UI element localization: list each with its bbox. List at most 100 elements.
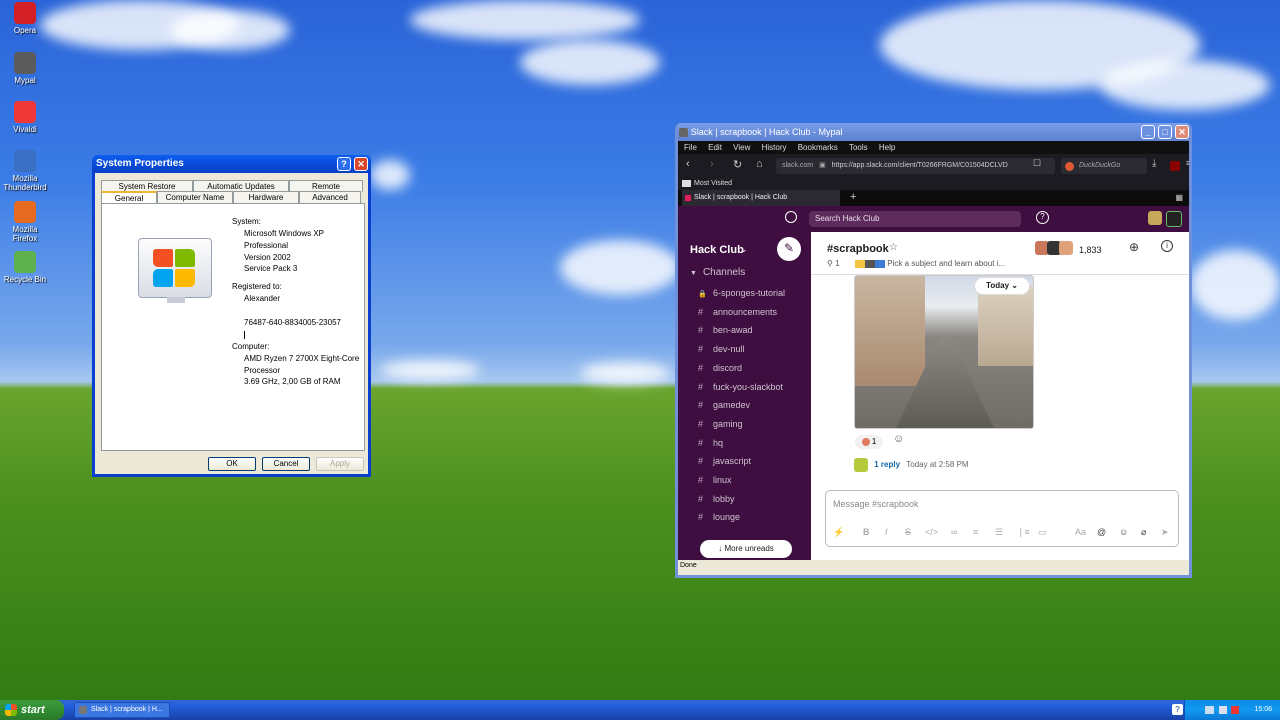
new-tab-button[interactable]: + [850, 191, 856, 203]
language-icon[interactable] [1231, 706, 1239, 714]
workspace-avatar[interactable] [1148, 211, 1162, 225]
menu-view[interactable]: View [733, 143, 750, 152]
add-member-icon[interactable]: ⊕ [1129, 240, 1139, 254]
channels-header[interactable]: ▼ Channels [690, 267, 745, 278]
start-button[interactable]: start [0, 700, 64, 720]
channel-name[interactable]: #scrapbook [827, 243, 889, 255]
blockquote-icon[interactable]: ❘≡ [1017, 527, 1030, 538]
menu-help[interactable]: Help [879, 143, 895, 152]
channel-item[interactable]: # hq [698, 438, 723, 448]
history-icon[interactable] [785, 211, 797, 223]
ok-button[interactable]: OK [208, 457, 256, 471]
menu-icon[interactable]: ≡ [1186, 158, 1189, 168]
send-icon[interactable]: ➤ [1161, 527, 1169, 538]
forward-icon[interactable]: › [710, 158, 714, 170]
tab-list-icon[interactable]: ▦ [1175, 193, 1183, 202]
most-visited-bookmark[interactable]: Most Visited [694, 180, 732, 187]
tab-advanced[interactable]: Advanced [299, 191, 361, 203]
reaction-pill[interactable]: 1 [855, 435, 883, 449]
desktop-icon[interactable]: Mozilla Firefox [2, 201, 48, 243]
channel-item[interactable]: # discord [698, 363, 742, 373]
code-block-icon[interactable]: ▭ [1038, 527, 1047, 538]
menu-edit[interactable]: Edit [708, 143, 722, 152]
browser-tab-slack[interactable]: Slack | scrapbook | Hack Club [682, 190, 840, 206]
menu-file[interactable]: File [684, 143, 697, 152]
site-identity[interactable]: slack.com [782, 162, 813, 169]
channel-item[interactable]: # gaming [698, 419, 743, 429]
text-format-icon[interactable]: Aa [1075, 527, 1086, 537]
volume-icon[interactable] [1219, 706, 1227, 714]
channel-item[interactable]: # lounge [698, 512, 740, 522]
channel-item[interactable]: # linux [698, 475, 732, 485]
desktop-icon[interactable]: Recycle Bin [2, 251, 48, 284]
channel-item[interactable]: 🔒 6-sponges-tutorial [698, 288, 785, 298]
menu-tools[interactable]: Tools [849, 143, 868, 152]
more-unreads-pill[interactable]: ↓ More unreads [700, 540, 792, 558]
attach-icon[interactable]: ⌀ [1141, 527, 1146, 538]
browser-titlebar[interactable]: Slack | scrapbook | Hack Club - Mypal _ … [678, 123, 1189, 141]
pins[interactable]: ⚲ 1 [827, 259, 840, 268]
emoji-icon[interactable]: ☺ [1119, 527, 1128, 537]
maximize-button[interactable]: □ [1158, 125, 1172, 139]
close-button[interactable]: ✕ [1175, 125, 1189, 139]
bookmark-star-icon[interactable]: ☐ [1033, 158, 1041, 169]
channel-topic[interactable]: Pick a subject and learn about i... [855, 259, 1005, 268]
search-bar[interactable]: DuckDuckGo [1061, 158, 1147, 174]
tab-hardware[interactable]: Hardware [233, 191, 299, 203]
cancel-button[interactable]: Cancel [262, 457, 310, 471]
minimize-button[interactable]: _ [1141, 125, 1155, 139]
link-icon[interactable]: ∞ [951, 527, 957, 537]
home-icon[interactable]: ⌂ [756, 158, 763, 170]
desktop-icon[interactable]: Vivaldi [2, 101, 48, 134]
channel-item[interactable]: # announcements [698, 307, 777, 317]
help-button[interactable]: ? [337, 157, 351, 171]
channel-item[interactable]: # fuck-you-slackbot [698, 382, 783, 392]
close-button[interactable]: ✕ [354, 157, 368, 171]
thread-replies[interactable]: 1 reply Today at 2:58 PM [854, 458, 969, 472]
desktop-icon[interactable]: Opera [2, 2, 48, 35]
clock[interactable]: 15:06 [1254, 700, 1272, 720]
desktop-icon[interactable]: Mozilla Thunderbird [2, 150, 48, 192]
strikethrough-icon[interactable]: S [905, 527, 911, 537]
ublock-icon[interactable] [1170, 161, 1180, 171]
channel-item[interactable]: # javascript [698, 456, 751, 466]
today-divider-pill[interactable]: Today ⌄ [974, 277, 1030, 295]
reply-link[interactable]: 1 reply [874, 460, 900, 469]
network-icon[interactable] [1205, 706, 1214, 714]
channel-item[interactable]: # lobby [698, 494, 735, 504]
member-count[interactable]: 1,833 [1079, 245, 1102, 255]
user-avatar[interactable] [1166, 211, 1182, 227]
bulleted-list-icon[interactable]: ☰ [995, 527, 1003, 538]
channel-item[interactable]: # ben-awad [698, 325, 753, 335]
shortcuts-icon[interactable]: ⚡ [833, 527, 844, 538]
bold-icon[interactable]: B [863, 527, 870, 537]
back-icon[interactable]: ‹ [686, 158, 690, 170]
ordered-list-icon[interactable]: ≡ [973, 527, 978, 537]
slack-search-input[interactable]: Search Hack Club [809, 211, 1021, 227]
details-icon[interactable]: i [1161, 240, 1173, 252]
message-image[interactable] [854, 275, 1034, 429]
channel-item[interactable]: # gamedev [698, 400, 750, 410]
compose-button[interactable]: ✎ [777, 237, 801, 261]
composer-placeholder[interactable]: Message #scrapbook [833, 499, 919, 509]
system-properties-titlebar[interactable]: System Properties ? ✕ [92, 155, 371, 173]
reload-icon[interactable]: ↻ [733, 158, 742, 171]
workspace-name[interactable]: Hack Club [690, 244, 744, 256]
help-icon[interactable]: ? [1036, 211, 1049, 224]
url-bar[interactable]: slack.com ▣ https://app.slack.com/client… [776, 158, 1055, 174]
message-composer[interactable]: Message #scrapbook ⚡ B I S </> ∞ ≡ ☰ ❘≡ … [825, 490, 1179, 547]
menu-history[interactable]: History [762, 143, 787, 152]
taskbar-task-slack[interactable]: Slack | scrapbook | H... [74, 702, 170, 718]
member-avatars[interactable] [1035, 241, 1075, 257]
italic-icon[interactable]: I [885, 527, 888, 537]
code-icon[interactable]: </> [925, 527, 938, 537]
star-icon[interactable]: ☆ [889, 242, 898, 253]
apply-button[interactable]: Apply [316, 457, 364, 471]
help-tray-icon[interactable]: ? [1172, 704, 1183, 715]
desktop-icon[interactable]: Mypal [2, 52, 48, 85]
download-icon[interactable]: ⤓ [1152, 158, 1156, 169]
menu-bookmarks[interactable]: Bookmarks [798, 143, 838, 152]
tab-computer-name[interactable]: Computer Name [157, 191, 233, 203]
mention-icon[interactable]: @ [1097, 527, 1106, 537]
channel-item[interactable]: # dev-null [698, 344, 745, 354]
